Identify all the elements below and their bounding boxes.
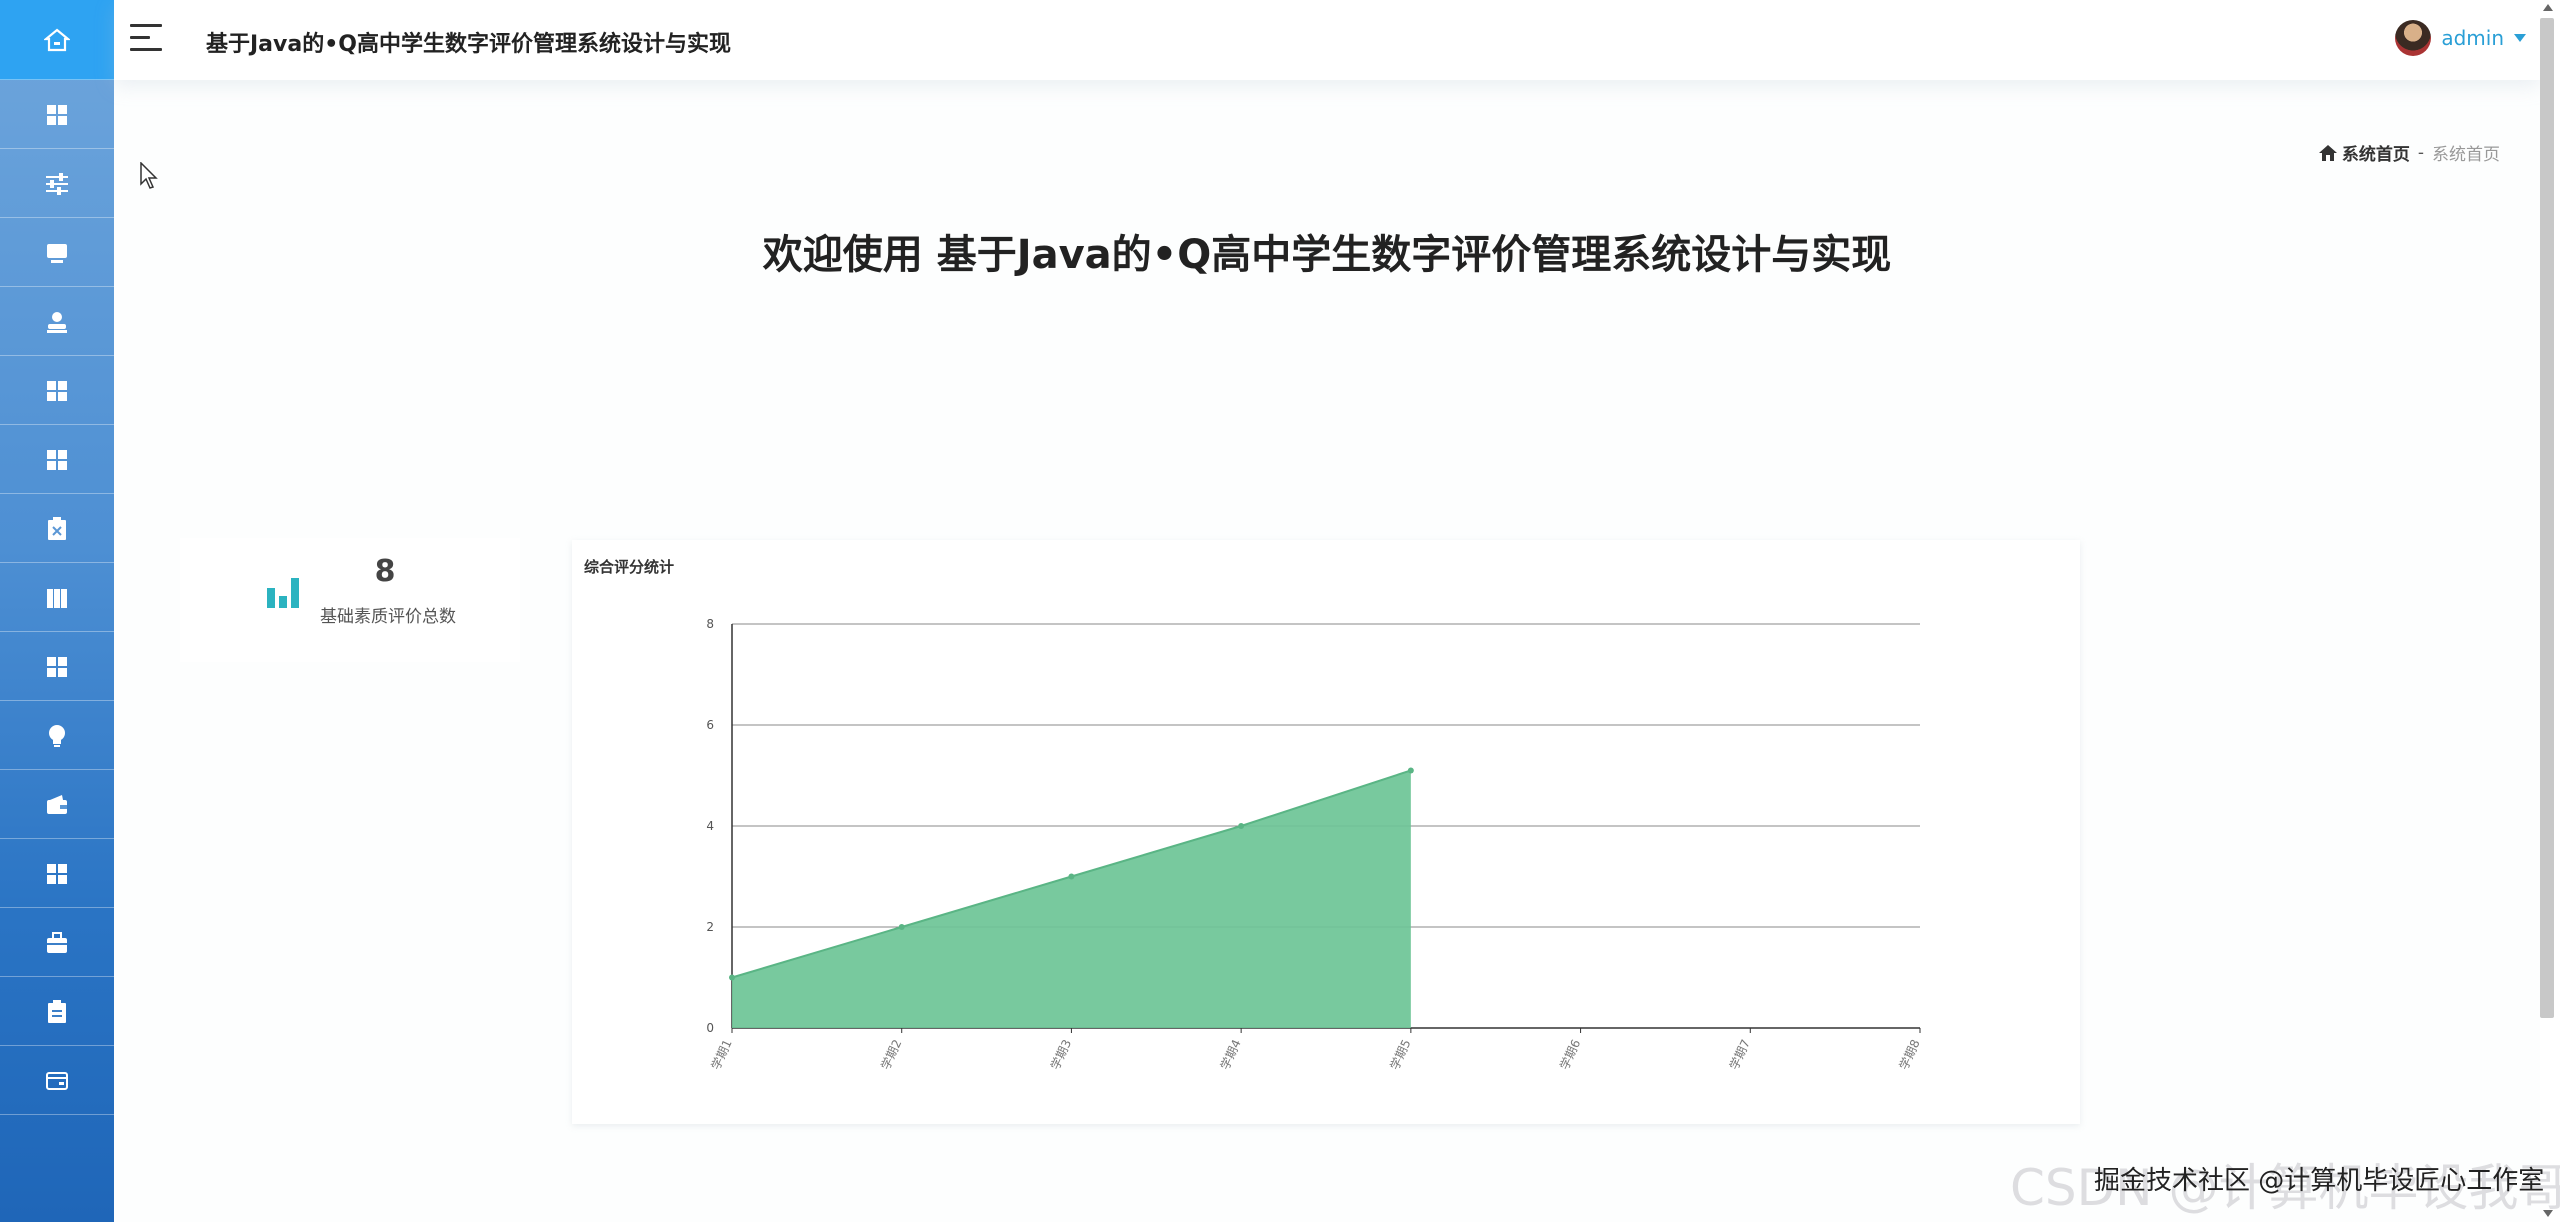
user-icon [47, 311, 67, 333]
monitor-icon [47, 243, 67, 263]
username[interactable]: admin [2441, 26, 2504, 50]
grid-icon [47, 104, 67, 125]
data-point [729, 974, 735, 981]
sidebar-item-5[interactable] [0, 288, 114, 356]
card-icon [46, 1071, 68, 1090]
sidebar-item-8[interactable] [0, 495, 114, 563]
sidebar-item-13[interactable] [0, 840, 114, 908]
clipboard-x-icon [48, 516, 66, 540]
area-chart: 0 2 4 6 8 学期1 学期2 学期3 学期4 学期5 学期6 学期7 学期8 [706, 617, 1923, 1072]
sidebar-item-9[interactable] [0, 564, 114, 632]
x-tick-label: 学期8 [1896, 1037, 1923, 1072]
sidebar-item-6[interactable] [0, 357, 114, 425]
breadcrumb-home-link[interactable]: 系统首页 [2318, 140, 2410, 165]
watermark-small: 掘金技术社区 @计算机毕设匠心工作室 [2094, 1166, 2545, 1196]
top-header: 基于Java的•Q高中学生数字评价管理系统设计与实现 admin [114, 0, 2540, 80]
sidebar-item-16[interactable] [0, 1047, 114, 1115]
avatar[interactable] [2395, 20, 2432, 56]
scrollbar-thumb[interactable] [2540, 18, 2554, 1018]
home-icon [2318, 144, 2337, 161]
x-tick-label: 学期4 [1217, 1037, 1244, 1072]
grid-icon [47, 449, 67, 470]
grid-icon [47, 380, 67, 401]
user-menu[interactable]: admin [2395, 20, 2526, 56]
bar-chart-icon [267, 578, 299, 608]
book-icon [47, 588, 67, 608]
sidebar-item-1[interactable] [0, 0, 114, 80]
sidebar [0, 0, 114, 1222]
x-tick-label: 学期1 [708, 1037, 735, 1072]
clipboard-icon [48, 999, 66, 1023]
y-tick-label: 4 [706, 819, 714, 833]
x-tick-label: 学期2 [877, 1037, 904, 1072]
sidebar-item-12[interactable] [0, 771, 114, 839]
breadcrumb-current: 系统首页 [2432, 145, 2500, 165]
stat-card: 8 基础素质评价总数 [180, 538, 520, 662]
sliders-icon [46, 172, 68, 195]
data-point [1238, 823, 1245, 829]
x-tick-label: 学期5 [1387, 1037, 1414, 1072]
welcome-heading: 欢迎使用 基于Java的•Q高中学生数字评价管理系统设计与实现 [762, 232, 1892, 278]
chevron-down-icon[interactable] [2514, 34, 2526, 42]
sidebar-item-11[interactable] [0, 702, 114, 770]
grid-icon [47, 863, 67, 884]
breadcrumb: 系统首页 - 系统首页 [2318, 140, 2500, 165]
y-tick-label: 2 [706, 920, 714, 934]
chart-card: 综合评分统计 0 2 4 6 8 学期1 学期2 学期3 学期4 学期5 学期6 学期7 学期8 [572, 540, 2080, 1124]
data-point [1407, 767, 1414, 774]
mouse-cursor-icon [140, 162, 158, 189]
x-tick-label: 学期7 [1726, 1037, 1753, 1072]
stat-label: 基础素质评价总数 [320, 607, 456, 627]
y-tick-label: 6 [706, 718, 714, 732]
sidebar-item-15[interactable] [0, 978, 114, 1046]
grid-icon [47, 656, 67, 677]
briefcase-icon [47, 931, 67, 953]
scroll-up-arrow-icon[interactable] [2543, 4, 2553, 11]
menu-toggle-icon[interactable] [130, 24, 162, 52]
sidebar-item-4[interactable] [0, 219, 114, 287]
breadcrumb-home-label[interactable]: 系统首页 [2342, 140, 2410, 165]
home-icon [44, 28, 70, 51]
y-tick-label: 0 [706, 1021, 714, 1035]
x-tick-label: 学期6 [1556, 1037, 1583, 1072]
sidebar-item-2[interactable] [0, 81, 114, 149]
y-tick-label: 8 [706, 617, 714, 631]
sidebar-item-10[interactable] [0, 633, 114, 701]
data-point [1068, 873, 1075, 880]
x-tick-label: 学期3 [1047, 1037, 1074, 1072]
breadcrumb-separator: - [2417, 142, 2424, 163]
wallet-icon [47, 794, 67, 814]
stat-value: 8 [374, 554, 396, 589]
series-area [732, 770, 1411, 1028]
lightbulb-icon [49, 724, 65, 747]
sidebar-item-7[interactable] [0, 426, 114, 494]
app-title: 基于Java的•Q高中学生数字评价管理系统设计与实现 [206, 32, 731, 57]
sidebar-item-14[interactable] [0, 909, 114, 977]
data-point [898, 924, 905, 930]
sidebar-item-3[interactable] [0, 150, 114, 218]
